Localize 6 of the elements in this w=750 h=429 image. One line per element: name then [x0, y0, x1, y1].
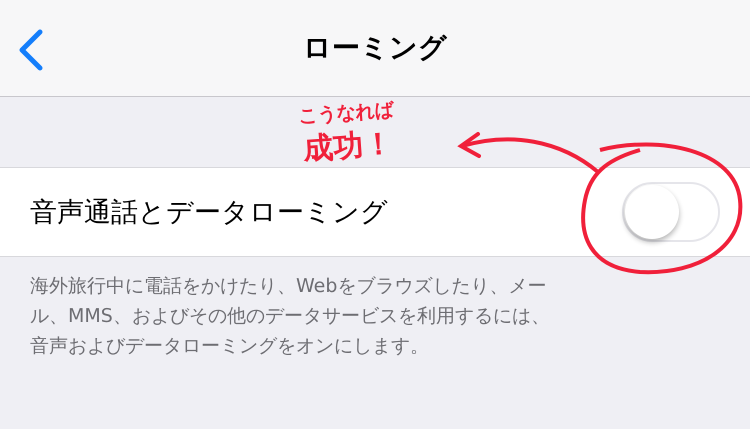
- footer-note: 海外旅行中に電話をかけたり、Webをブラウズしたり、メー: [30, 274, 548, 299]
- setting-label: 音声通話とデータローミング: [30, 196, 388, 230]
- screen-title: ローミング: [303, 30, 447, 66]
- footer-note: 音声およびデータローミングをオンにします。: [30, 334, 430, 359]
- roaming-toggle[interactable]: [622, 182, 720, 242]
- footer-note: ル、MMS、およびその他のデータサービスを利用するには、: [30, 304, 551, 329]
